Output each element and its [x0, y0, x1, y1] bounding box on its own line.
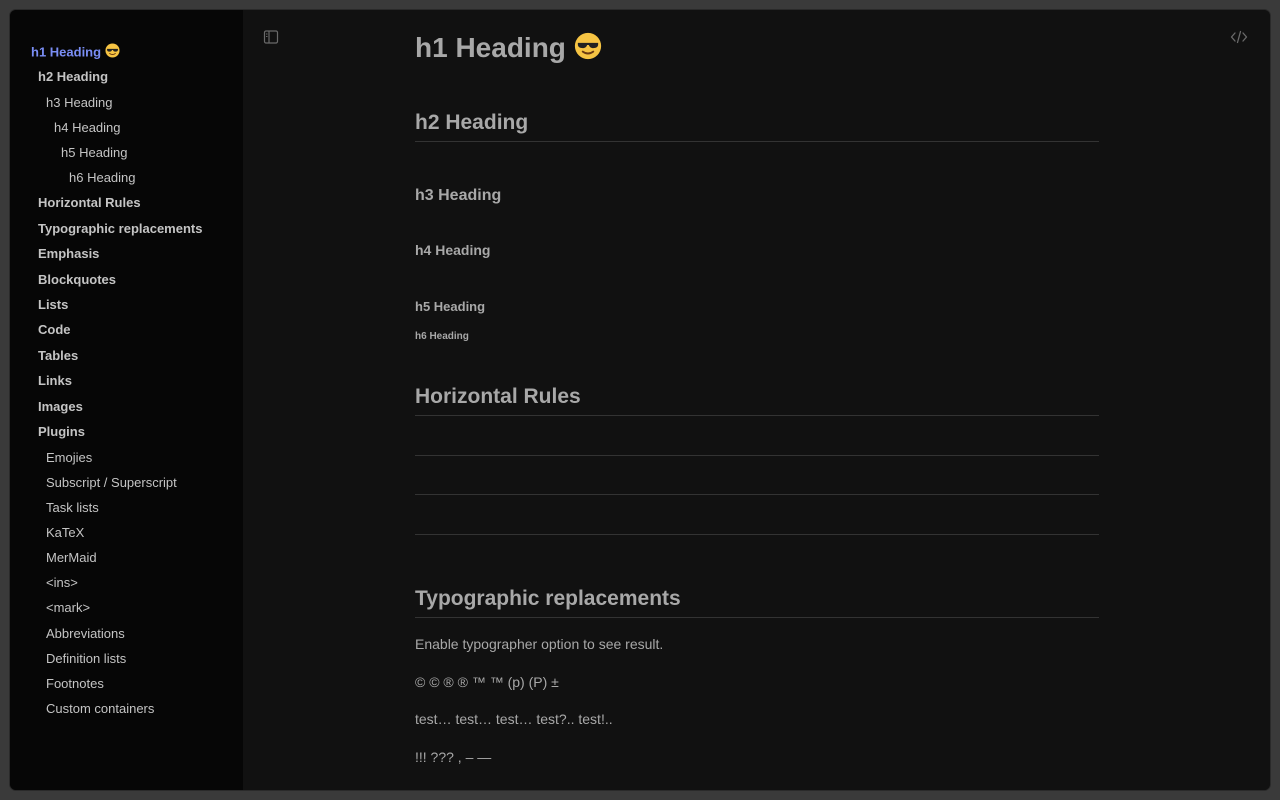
toc-item-h5-heading[interactable]: h5 Heading	[61, 144, 128, 162]
paragraph-punctuation: !!! ??? , – —	[415, 749, 492, 765]
toc-item-blockquotes[interactable]: Blockquotes	[38, 271, 116, 289]
toc-item-label: h1 Heading	[31, 44, 102, 60]
toc-item-h4-heading[interactable]: h4 Heading	[54, 119, 121, 137]
document-pane: h1 Heading h2 Heading h3 Heading h4 Head…	[243, 10, 1270, 790]
toc-item-task-lists[interactable]: Task lists	[46, 499, 99, 517]
toc-item-ins[interactable]: <ins>	[46, 574, 78, 592]
code-icon[interactable]	[1230, 29, 1250, 49]
toc-item-h2-heading[interactable]: h2 Heading	[38, 68, 108, 86]
heading-underline	[415, 617, 1099, 618]
heading-h3: h3 Heading	[415, 187, 502, 204]
heading-underline	[415, 141, 1099, 142]
app-window: h1 Heading h2 Heading h3 Heading h4 Head…	[10, 10, 1270, 790]
horizontal-rule	[415, 534, 1099, 535]
toc-item-footnotes[interactable]: Footnotes	[46, 675, 104, 693]
toc-item-katex[interactable]: KaTeX	[46, 524, 84, 542]
heading-typographic-replacements: Typographic replacements	[415, 587, 681, 610]
toc-item-h3-heading[interactable]: h3 Heading	[46, 94, 113, 112]
heading-h1-text: h1 Heading	[415, 32, 566, 63]
sidebar-toggle-icon[interactable]	[263, 29, 283, 49]
heading-horizontal-rules: Horizontal Rules	[415, 385, 581, 408]
horizontal-rule	[415, 455, 1099, 456]
toc-item-horizontal-rules[interactable]: Horizontal Rules	[38, 194, 141, 212]
heading-h6: h6 Heading	[415, 331, 469, 342]
heading-underline	[415, 415, 1099, 416]
heading-h4: h4 Heading	[415, 242, 491, 258]
toc-item-subscript-superscript[interactable]: Subscript / Superscript	[46, 474, 177, 492]
toc-item-tables[interactable]: Tables	[38, 347, 78, 365]
toc-item-plugins[interactable]: Plugins	[38, 423, 85, 441]
heading-h1: h1 Heading	[415, 32, 602, 67]
toc-item-abbreviations[interactable]: Abbreviations	[46, 625, 125, 643]
toc-item-code[interactable]: Code	[38, 321, 71, 339]
horizontal-rule	[415, 494, 1099, 495]
toc-item-mermaid[interactable]: MerMaid	[46, 549, 97, 567]
paragraph-typographer-note: Enable typographer option to see result.	[415, 636, 664, 652]
toc-item-lists[interactable]: Lists	[38, 296, 68, 314]
toc-item-links[interactable]: Links	[38, 372, 72, 390]
toc-item-typographic-replacements[interactable]: Typographic replacements	[38, 220, 202, 238]
toc-sidebar: h1 Heading h2 Heading h3 Heading h4 Head…	[10, 10, 243, 790]
heading-h2: h2 Heading	[415, 111, 529, 134]
toc-item-h1-heading[interactable]: h1 Heading	[31, 43, 120, 63]
paragraph-ellipsis: test… test… test… test?.. test!..	[415, 711, 613, 727]
heading-h5: h5 Heading	[415, 299, 486, 314]
sunglasses-emoji-icon	[574, 32, 602, 67]
toc-item-emphasis[interactable]: Emphasis	[38, 245, 99, 263]
toc-item-mark[interactable]: <mark>	[46, 599, 90, 617]
toc-item-custom-containers[interactable]: Custom containers	[46, 700, 154, 718]
toc-item-h6-heading[interactable]: h6 Heading	[69, 169, 136, 187]
toc-item-emojies[interactable]: Emojies	[46, 449, 92, 467]
paragraph-symbols: © © ® ® ™ ™ (p) (P) ±	[415, 674, 559, 690]
toc-item-definition-lists[interactable]: Definition lists	[46, 650, 126, 668]
sunglasses-emoji-icon	[105, 43, 120, 63]
toc-item-images[interactable]: Images	[38, 398, 83, 416]
